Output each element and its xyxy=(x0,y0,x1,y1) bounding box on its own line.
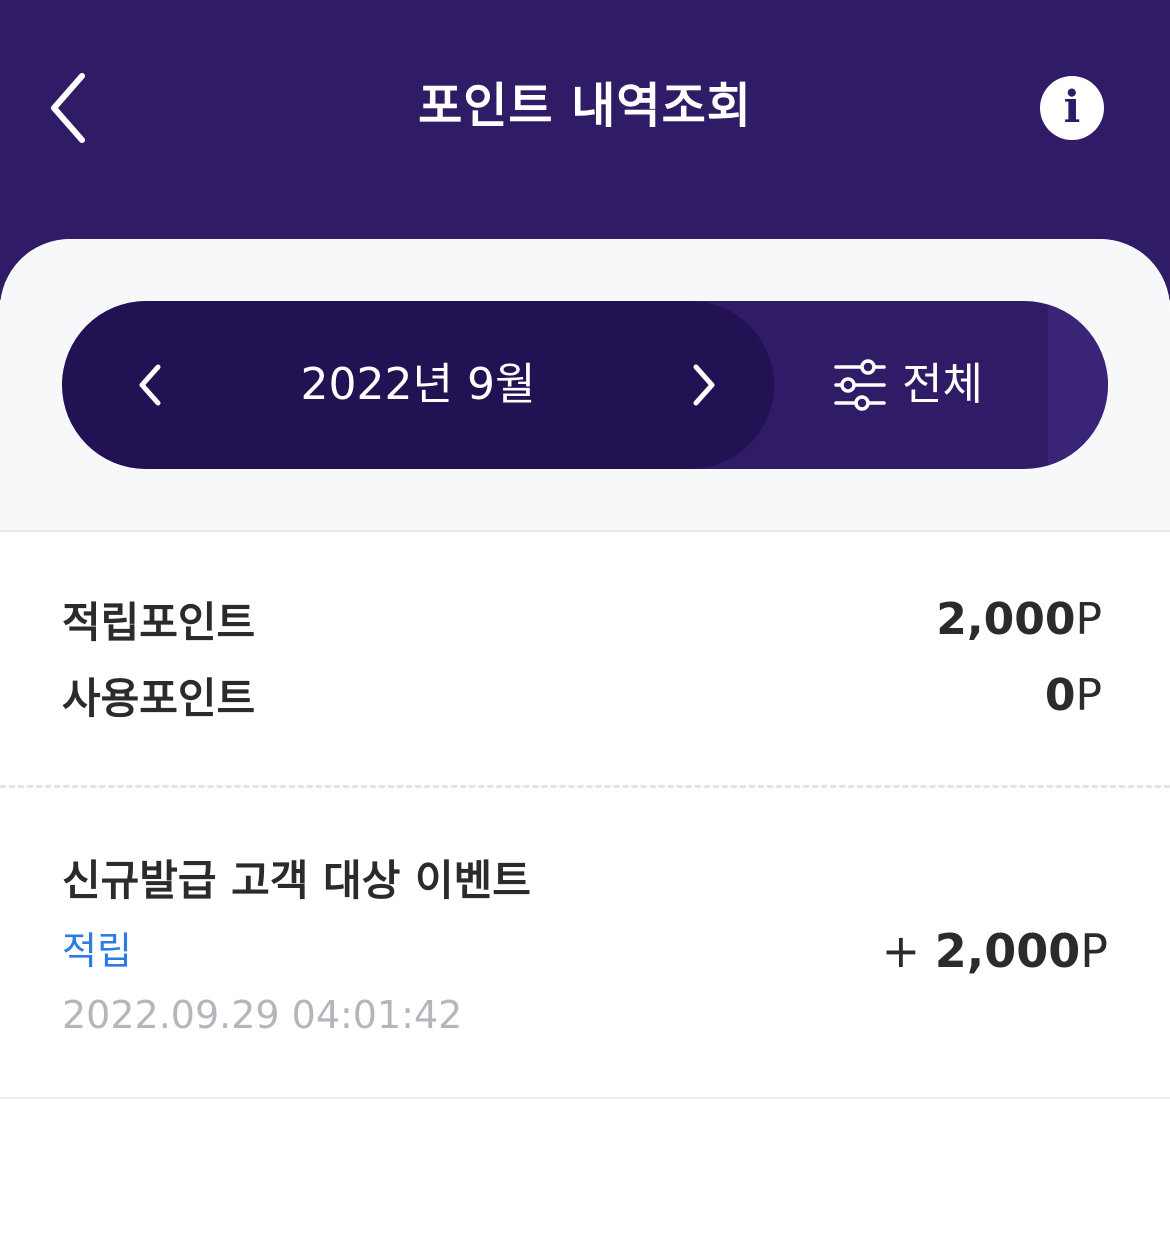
content-panel: 2022년 9월 전체 적립포인트 2,000P 사용포인트 0P 신규발급 고… xyxy=(0,239,1170,1260)
divider xyxy=(0,1097,1170,1099)
page-title: 포인트 내역조회 xyxy=(418,78,752,134)
transaction-item[interactable]: 신규발급 고객 대상 이벤트 적립 2022.09.29 04:01:42 + … xyxy=(0,799,1170,1097)
earned-points-value: 2,000P xyxy=(936,593,1102,645)
prev-month-button[interactable] xyxy=(110,345,190,425)
transaction-type: 적립 xyxy=(62,929,132,973)
month-selector: 2022년 9월 xyxy=(62,301,774,469)
period-filter-bar: 2022년 9월 전체 xyxy=(62,301,1108,469)
used-points-label: 사용포인트 xyxy=(62,673,256,723)
point-history-screen: 포인트 내역조회 i 2022년 9월 전체 적립포인트 2,000P 사용포인… xyxy=(0,0,1170,1260)
earned-points-row: 적립포인트 2,000P xyxy=(62,589,1102,649)
filter-label: 전체 xyxy=(902,359,983,410)
filter-area: 2022년 9월 전체 xyxy=(0,239,1170,531)
dashed-divider xyxy=(0,785,1170,788)
info-icon: i xyxy=(1063,82,1081,133)
sliders-icon xyxy=(834,359,886,411)
chevron-right-icon xyxy=(693,364,715,406)
earned-points-label: 적립포인트 xyxy=(62,597,256,647)
chevron-left-icon xyxy=(139,364,161,406)
type-filter-button[interactable]: 전체 xyxy=(832,345,1052,425)
month-label: 2022년 9월 xyxy=(300,359,536,410)
transaction-amount: + 2,000P xyxy=(881,924,1108,978)
transaction-title: 신규발급 고객 대상 이벤트 xyxy=(62,856,531,905)
next-month-button[interactable] xyxy=(664,345,744,425)
transaction-datetime: 2022.09.29 04:01:42 xyxy=(62,993,463,1037)
info-button[interactable]: i xyxy=(1040,76,1104,140)
divider xyxy=(0,530,1170,532)
used-points-value: 0P xyxy=(1044,669,1102,721)
used-points-row: 사용포인트 0P xyxy=(62,665,1102,725)
